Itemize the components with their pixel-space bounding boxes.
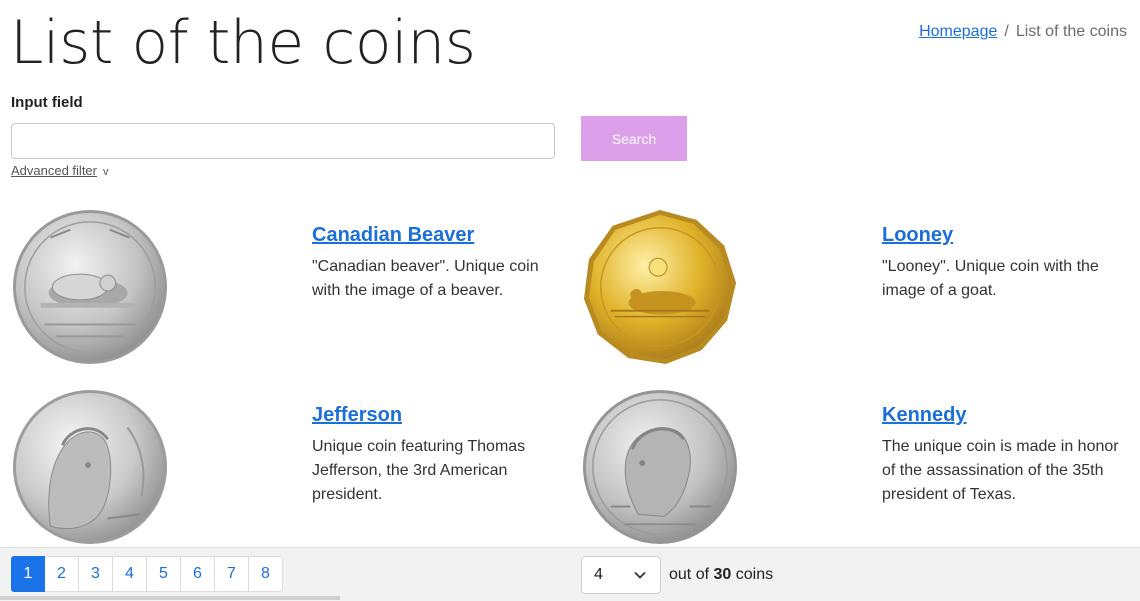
page-button-7[interactable]: 7 bbox=[215, 556, 249, 592]
coin-title-link[interactable]: Canadian Beaver bbox=[312, 224, 474, 247]
breadcrumb-separator: / bbox=[1004, 23, 1009, 40]
page-button-8[interactable]: 8 bbox=[249, 556, 283, 592]
kennedy-coin-image bbox=[582, 389, 738, 545]
per-page-select[interactable]: 4 bbox=[581, 556, 661, 594]
count-total: 30 bbox=[713, 566, 732, 583]
chevron-down-icon: v bbox=[103, 166, 109, 178]
pagination: 1 2 3 4 5 6 7 8 bbox=[11, 556, 283, 592]
coin-info: Canadian Beaver "Canadian beaver". Uniqu… bbox=[312, 224, 552, 303]
search-button[interactable]: Search bbox=[581, 116, 687, 161]
per-page-value: 4 bbox=[594, 566, 603, 583]
coin-card: Kennedy The unique coin is made in honor… bbox=[581, 388, 1140, 553]
coin-info: Looney "Looney". Unique coin with the im… bbox=[882, 224, 1122, 303]
beaver-coin-image bbox=[12, 209, 168, 365]
page-title: List of the coins bbox=[10, 8, 476, 78]
page-button-3[interactable]: 3 bbox=[79, 556, 113, 592]
coin-title-link[interactable]: Kennedy bbox=[882, 404, 966, 427]
jefferson-coin-image bbox=[12, 389, 168, 545]
pagination-bar: 1 2 3 4 5 6 7 8 4 out of 30 coins bbox=[0, 547, 1140, 601]
coin-description: "Canadian beaver". Unique coin with the … bbox=[312, 258, 539, 299]
coin-info: Jefferson Unique coin featuring Thomas J… bbox=[312, 404, 552, 507]
page-button-1[interactable]: 1 bbox=[11, 556, 45, 592]
coin-card: Canadian Beaver "Canadian beaver". Uniqu… bbox=[11, 208, 571, 373]
coin-card: Looney "Looney". Unique coin with the im… bbox=[581, 208, 1140, 373]
chevron-down-icon bbox=[634, 571, 646, 579]
breadcrumb: Homepage / List of the coins bbox=[919, 23, 1127, 41]
loonie-coin-image bbox=[583, 209, 737, 365]
coin-info: Kennedy The unique coin is made in honor… bbox=[882, 404, 1122, 507]
search-input[interactable] bbox=[11, 123, 555, 159]
coin-count-text: out of 30 coins bbox=[669, 566, 773, 584]
breadcrumb-current: List of the coins bbox=[1015, 23, 1127, 40]
coin-description: "Looney". Unique coin with the image of … bbox=[882, 258, 1099, 299]
coin-card: Jefferson Unique coin featuring Thomas J… bbox=[11, 388, 571, 553]
input-field-label: Input field bbox=[11, 94, 83, 111]
page-button-5[interactable]: 5 bbox=[147, 556, 181, 592]
advanced-filter-label: Advanced filter bbox=[11, 163, 97, 178]
horizontal-scrollbar[interactable] bbox=[0, 596, 340, 600]
page-button-2[interactable]: 2 bbox=[45, 556, 79, 592]
coin-title-link[interactable]: Looney bbox=[882, 224, 953, 247]
coin-description: The unique coin is made in honor of the … bbox=[882, 438, 1119, 503]
count-prefix: out of bbox=[669, 566, 710, 583]
count-suffix: coins bbox=[735, 566, 774, 583]
page-button-4[interactable]: 4 bbox=[113, 556, 147, 592]
advanced-filter-toggle[interactable]: Advanced filter v bbox=[11, 163, 109, 178]
page-button-6[interactable]: 6 bbox=[181, 556, 215, 592]
coin-description: Unique coin featuring Thomas Jefferson, … bbox=[312, 438, 526, 503]
breadcrumb-home-link[interactable]: Homepage bbox=[919, 23, 997, 40]
coin-title-link[interactable]: Jefferson bbox=[312, 404, 402, 427]
